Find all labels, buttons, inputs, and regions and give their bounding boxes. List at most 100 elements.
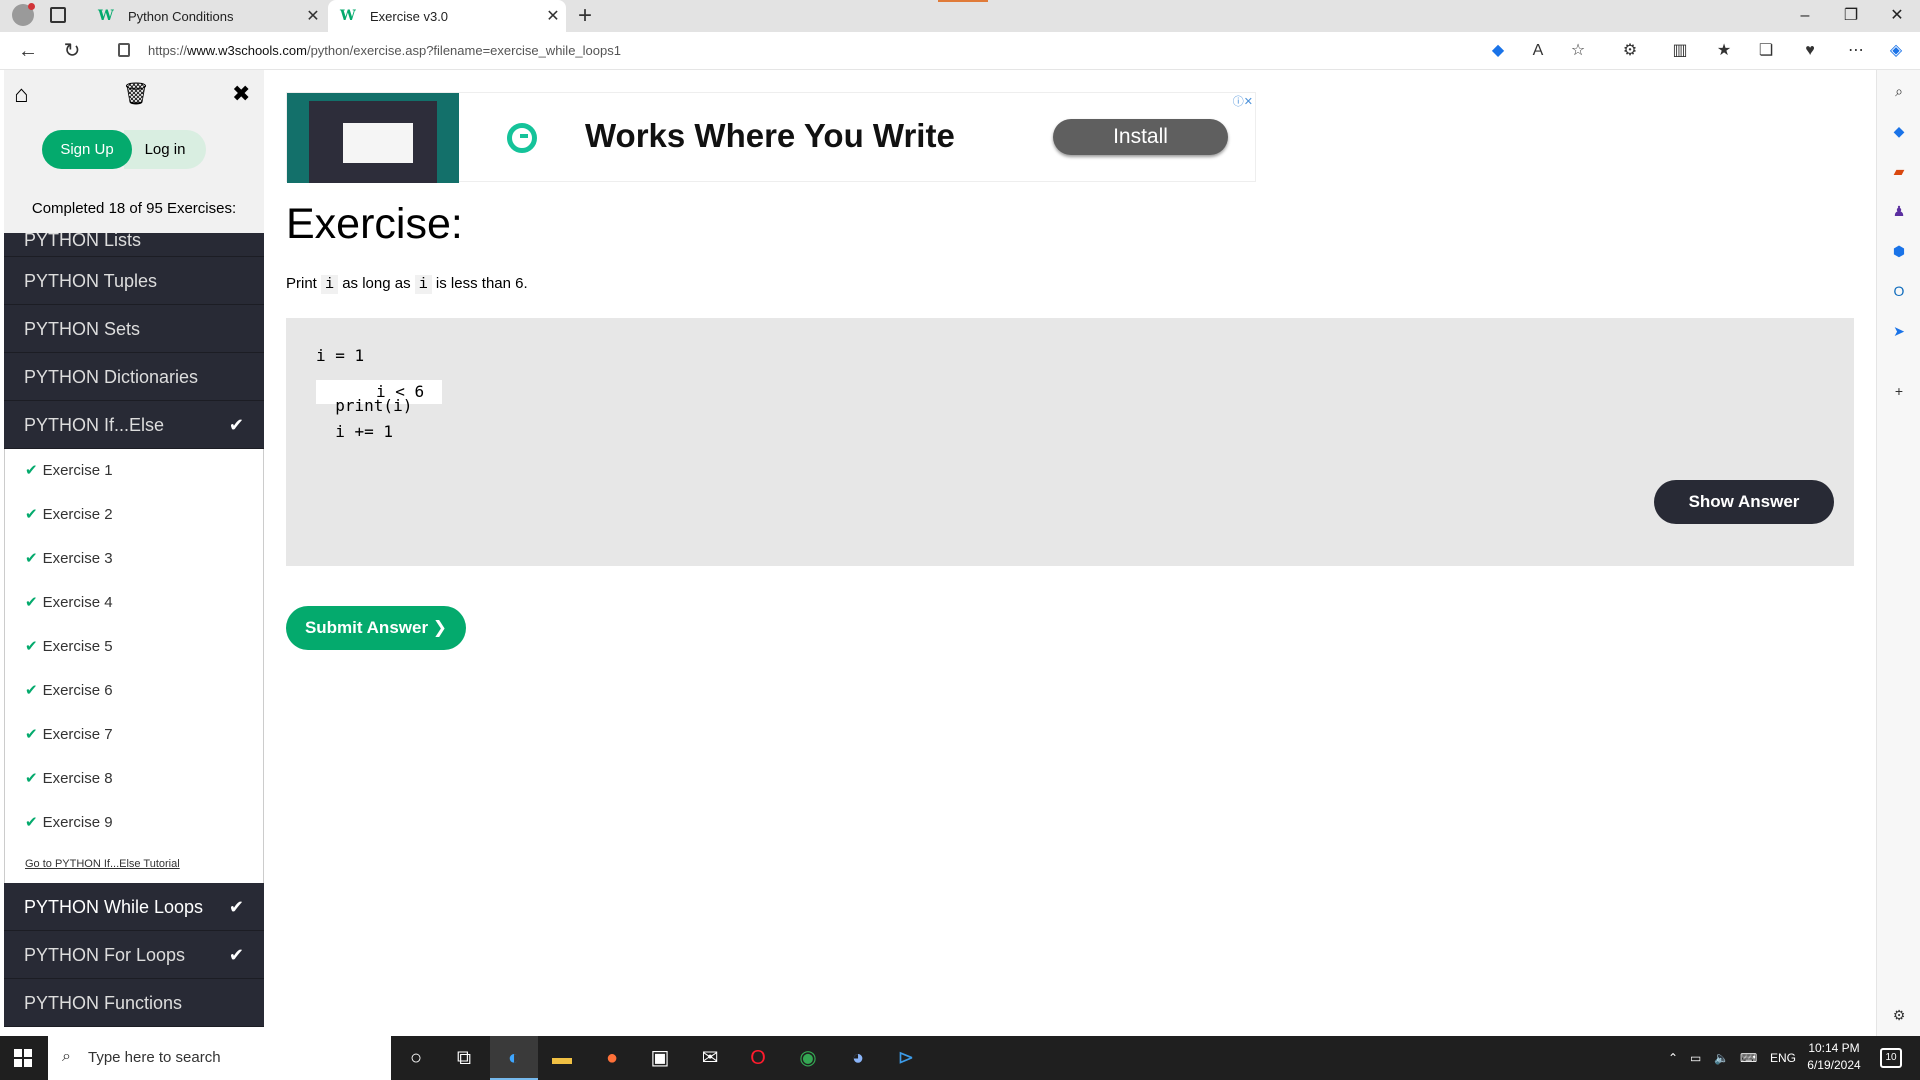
ad-banner[interactable]: Works Where You Write Install ⓘ✕ (286, 92, 1256, 183)
url-text: https://www.w3schools.com/python/exercis… (148, 43, 621, 58)
favorite-star-icon[interactable]: ☆ (1568, 41, 1588, 61)
exercise-item-9[interactable]: ✔ Exercise 9 (5, 801, 263, 845)
category-python-tuples[interactable]: PYTHON Tuples (4, 257, 264, 305)
home-icon[interactable]: ⌂ (14, 81, 29, 109)
exercise-item-6[interactable]: ✔ Exercise 6 (5, 669, 263, 713)
minimize-button[interactable]: – (1782, 0, 1828, 32)
shopping-tag-icon[interactable]: ◆ (1488, 41, 1508, 61)
back-button[interactable]: ← (14, 38, 42, 64)
checkmark-icon: ✔ (228, 897, 244, 917)
category-python-lists[interactable]: PYTHON Lists (4, 233, 264, 257)
tutorial-link[interactable]: Go to PYTHON If...Else Tutorial (5, 845, 263, 883)
exercise-item-4[interactable]: ✔ Exercise 4 (5, 581, 263, 625)
code-panel: i = 1 i < 6 print(i) i += 1 Show Answer (286, 318, 1854, 566)
windows-start-icon[interactable] (14, 1049, 32, 1067)
network-icon[interactable]: ▭ (1690, 1036, 1701, 1080)
more-menu-icon[interactable]: ⋯ (1846, 41, 1866, 61)
edge-browser-icon[interactable]: ◐ (490, 1036, 538, 1080)
close-tab-icon[interactable]: ✕ (540, 6, 566, 26)
store-icon[interactable]: ▣ (636, 1036, 684, 1080)
copilot-icon[interactable]: ◈ (1886, 41, 1906, 61)
close-icon[interactable]: ✖ (232, 81, 250, 107)
add-icon[interactable]: + (1890, 382, 1908, 400)
ad-title: Works Where You Write (585, 117, 955, 154)
tools-icon[interactable]: ▰ (1890, 162, 1908, 180)
category-python-for-loops[interactable]: PYTHON For Loops ✔ (4, 931, 264, 979)
checkmark-icon: ✔ (25, 594, 38, 611)
firefox-icon[interactable]: ● (588, 1036, 636, 1080)
split-screen-icon[interactable]: ▥ (1670, 41, 1690, 61)
category-python-sets[interactable]: PYTHON Sets (4, 305, 264, 353)
main-content: Works Where You Write Install ⓘ✕ Exercis… (264, 70, 1876, 1036)
restore-button[interactable]: ❐ (1828, 0, 1874, 32)
checkmark-icon: ✔ (228, 415, 244, 435)
new-tab-button[interactable]: + (578, 2, 592, 30)
system-clock[interactable]: 10:14 PM 6/19/2024 (1804, 1040, 1864, 1074)
outlook-icon[interactable]: O (1890, 282, 1908, 300)
exercise-item-1[interactable]: ✔ Exercise 1 (5, 449, 263, 493)
checkmark-icon: ✔ (228, 945, 244, 965)
microsoft-365-icon[interactable]: ⬢ (1890, 242, 1908, 260)
taskbar-search[interactable]: ⌕ Type here to search (48, 1036, 391, 1080)
checkmark-icon: ✔ (25, 506, 38, 523)
login-button[interactable]: Log in (124, 130, 206, 169)
w3schools-icon: W (340, 8, 356, 24)
edge-sidebar: ⌕ ◆ ▰ ♟ ⬢ O ➤ + ⚙ (1876, 70, 1920, 1036)
shopping-icon[interactable]: ◆ (1890, 122, 1908, 140)
favorites-icon[interactable]: ★ (1714, 41, 1734, 61)
tab-python-conditions[interactable]: W Python Conditions ✕ (86, 0, 326, 32)
task-view-icon[interactable]: ⧉ (440, 1036, 488, 1080)
exercise-item-5[interactable]: ✔ Exercise 5 (5, 625, 263, 669)
url-field[interactable]: https://www.w3schools.com/python/exercis… (104, 36, 1604, 66)
exercise-item-3[interactable]: ✔ Exercise 3 (5, 537, 263, 581)
ad-thumbnail-image (287, 93, 459, 183)
search-icon[interactable]: ⌕ (1890, 82, 1908, 100)
windows-taskbar: ⌕ Type here to search ○ ⧉ ◐ ▬ ● ▣ ✉ O ◉ … (0, 1036, 1920, 1080)
close-window-button[interactable]: ✕ (1874, 0, 1920, 32)
games-icon[interactable]: ♟ (1890, 202, 1908, 220)
collections-icon[interactable]: ❏ (1756, 41, 1776, 61)
signup-button[interactable]: Sign Up (42, 130, 132, 169)
tray-chevron-icon[interactable]: ⌃ (1668, 1036, 1678, 1080)
browser-essentials-icon[interactable]: ♥ (1800, 41, 1820, 61)
language-indicator[interactable]: ENG (1770, 1036, 1796, 1080)
close-tab-icon[interactable]: ✕ (300, 6, 326, 26)
ad-install-button[interactable]: Install (1053, 119, 1228, 155)
exercise-item-7[interactable]: ✔ Exercise 7 (5, 713, 263, 757)
read-aloud-icon[interactable]: A (1528, 41, 1548, 61)
category-python-dictionaries[interactable]: PYTHON Dictionaries (4, 353, 264, 401)
chrome-icon[interactable]: ◉ (784, 1036, 832, 1080)
category-python-while-loops[interactable]: PYTHON While Loops ✔ (4, 883, 264, 931)
mail-icon[interactable]: ✉ (686, 1036, 734, 1080)
checkmark-icon: ✔ (25, 462, 38, 479)
discord-icon[interactable]: ◕ (834, 1036, 882, 1080)
volume-icon[interactable]: 🔈 (1714, 1036, 1729, 1080)
extensions-icon[interactable]: ⚙ (1620, 41, 1640, 61)
trash-icon[interactable]: 🗑 (122, 81, 150, 107)
category-python-if-else[interactable]: PYTHON If...Else ✔ (4, 401, 264, 449)
lock-icon (118, 43, 130, 57)
file-explorer-icon[interactable]: ▬ (538, 1036, 586, 1080)
page-title: Exercise: (286, 200, 463, 248)
keyboard-icon[interactable]: ⌨ (1740, 1036, 1757, 1080)
settings-gear-icon[interactable]: ⚙ (1890, 1006, 1908, 1024)
notification-center-icon[interactable]: 10 (1880, 1048, 1902, 1068)
ad-popup-graphic (343, 123, 413, 163)
tab-actions-icon[interactable] (50, 7, 66, 23)
exercise-item-2[interactable]: ✔ Exercise 2 (5, 493, 263, 537)
opera-icon[interactable]: O (734, 1036, 782, 1080)
ad-close-icon[interactable]: ⓘ✕ (1233, 93, 1253, 109)
submit-answer-button[interactable]: Submit Answer ❯ (286, 606, 466, 650)
show-answer-button[interactable]: Show Answer (1654, 480, 1834, 524)
exercise-item-8[interactable]: ✔ Exercise 8 (5, 757, 263, 801)
category-python-functions[interactable]: PYTHON Functions (4, 979, 264, 1027)
checkmark-icon: ✔ (25, 682, 38, 699)
vscode-icon[interactable]: ⊳ (882, 1036, 930, 1080)
send-icon[interactable]: ➤ (1890, 322, 1908, 340)
cortana-icon[interactable]: ○ (392, 1036, 440, 1080)
refresh-button[interactable]: ↻ (58, 38, 86, 64)
tab-exercise[interactable]: W Exercise v3.0 ✕ (328, 0, 566, 32)
exercise-description: Print i as long as i is less than 6. (286, 275, 528, 294)
w3schools-icon: W (98, 8, 114, 24)
code-line-3: print(i) (316, 396, 413, 415)
